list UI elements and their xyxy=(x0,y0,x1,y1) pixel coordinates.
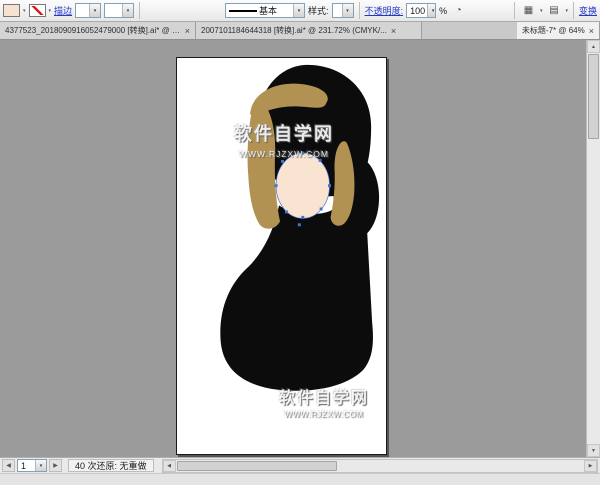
chevron-down-icon[interactable]: ▾ xyxy=(540,8,543,14)
control-bar: ▾ ▾ 描边 ▾ ▾ 基本 ▾ 样式: ▾ 不透明度: 100 ▾ % ◔ ▦ … xyxy=(0,0,600,22)
close-icon[interactable]: × xyxy=(589,26,594,36)
width-profile-combo[interactable]: ▾ xyxy=(104,3,134,18)
fill-dropdown-icon[interactable]: ▾ xyxy=(23,8,26,14)
brush-definition-combo[interactable]: 基本 ▾ xyxy=(225,3,305,18)
transform-link[interactable]: 变换 xyxy=(579,4,597,17)
horizontal-scrollbar-thumb[interactable] xyxy=(177,461,337,471)
scroll-down-icon[interactable]: ▼ xyxy=(587,444,600,457)
window-bottom-edge xyxy=(0,473,600,485)
vertical-scrollbar[interactable]: ▲ ▼ xyxy=(586,40,600,457)
canvas-area[interactable]: 软件自学网 WWW.RJZXW.COM 软件自学网 WWW.RJZXW.COM … xyxy=(0,40,600,457)
separator xyxy=(514,2,515,19)
brush-name-label: 基本 xyxy=(259,4,277,17)
scroll-right-icon[interactable]: ▶ xyxy=(584,460,597,472)
vertical-scrollbar-thumb[interactable] xyxy=(588,54,599,139)
artboard[interactable]: 软件自学网 WWW.RJZXW.COM 软件自学网 WWW.RJZXW.COM xyxy=(176,57,387,455)
separator xyxy=(359,2,360,19)
status-bar: ◀ 1 ▾ ▶ 40 次还原: 无重做 ◀ ▶ xyxy=(0,457,600,473)
separator xyxy=(139,2,140,19)
close-icon[interactable]: × xyxy=(391,26,396,36)
undo-status-field: 40 次还原: 无重做 xyxy=(68,459,154,472)
body-shape[interactable] xyxy=(220,204,373,391)
stroke-preview-line xyxy=(229,10,257,12)
anchor-point[interactable] xyxy=(298,223,301,226)
horizontal-scrollbar-track[interactable] xyxy=(338,460,584,472)
stroke-none-swatch[interactable] xyxy=(29,4,46,17)
artwork-figure xyxy=(177,58,386,454)
anchor-point[interactable] xyxy=(301,216,304,219)
artboard-number: 1 xyxy=(21,461,26,471)
opacity-link[interactable]: 不透明度: xyxy=(365,4,404,17)
scroll-up-icon[interactable]: ▲ xyxy=(587,40,600,53)
tab-label: 4377523_2018090916052479000 [转换].ai* @ 2… xyxy=(5,25,181,36)
chevron-down-icon[interactable]: ▾ xyxy=(342,4,353,17)
tab-label: 2007101184644318 [转换].ai* @ 231.72% (CMY… xyxy=(201,25,387,36)
illustrator-window: ▾ ▾ 描边 ▾ ▾ 基本 ▾ 样式: ▾ 不透明度: 100 ▾ % ◔ ▦ … xyxy=(0,0,600,485)
tab-label: 未标题-7* @ 64% xyxy=(522,25,585,36)
artboard-number-combo[interactable]: 1 ▾ xyxy=(17,459,47,472)
document-tab-3[interactable]: 未标题-7* @ 64% × xyxy=(517,22,600,39)
fill-color-swatch[interactable] xyxy=(3,4,20,17)
percent-label: % xyxy=(439,6,447,16)
stroke-link[interactable]: 描边 xyxy=(54,4,72,17)
close-icon[interactable]: × xyxy=(185,26,190,36)
recolor-artwork-icon[interactable]: ▦ xyxy=(520,3,537,19)
stroke-dropdown-icon[interactable]: ▾ xyxy=(49,8,52,14)
anchor-point[interactable] xyxy=(301,152,304,155)
chevron-down-icon[interactable]: ▾ xyxy=(89,4,100,17)
anchor-point[interactable] xyxy=(319,159,322,162)
separator xyxy=(573,2,574,19)
document-tab-1[interactable]: 4377523_2018090916052479000 [转换].ai* @ 2… xyxy=(0,22,196,39)
undo-status-text: 40 次还原: 无重做 xyxy=(75,459,147,472)
anchor-point[interactable] xyxy=(328,184,331,187)
chevron-down-icon[interactable]: ▾ xyxy=(293,4,304,17)
scroll-left-icon[interactable]: ◀ xyxy=(163,460,176,472)
graphic-style-combo[interactable]: ▾ xyxy=(332,3,354,18)
anchor-point[interactable] xyxy=(281,160,284,163)
anchor-point[interactable] xyxy=(285,210,288,213)
chevron-down-icon[interactable]: ▾ xyxy=(565,8,568,14)
document-tab-2[interactable]: 2007101184644318 [转换].ai* @ 231.72% (CMY… xyxy=(196,22,422,39)
next-artboard-icon[interactable]: ▶ xyxy=(49,459,62,472)
chevron-down-icon[interactable]: ▾ xyxy=(427,4,436,17)
anchor-point[interactable] xyxy=(320,207,323,210)
chevron-down-icon[interactable]: ▾ xyxy=(122,4,133,17)
chevron-down-icon[interactable]: ▾ xyxy=(35,460,46,471)
anchor-point[interactable] xyxy=(275,184,278,187)
document-tab-bar: 4377523_2018090916052479000 [转换].ai* @ 2… xyxy=(0,22,600,40)
prev-artboard-icon[interactable]: ◀ xyxy=(2,459,15,472)
vertical-scrollbar-track[interactable] xyxy=(587,140,600,444)
opacity-value: 100 xyxy=(410,6,425,16)
tab-bar-spacer xyxy=(422,22,517,39)
horizontal-scrollbar[interactable]: ◀ ▶ xyxy=(162,459,598,473)
opacity-mask-icon[interactable]: ◔ xyxy=(450,3,467,19)
align-panel-icon[interactable]: ▤ xyxy=(545,3,562,19)
stroke-weight-combo[interactable]: ▾ xyxy=(75,3,101,18)
opacity-combo[interactable]: 100 ▾ xyxy=(406,3,436,18)
style-label: 样式: xyxy=(308,4,329,17)
